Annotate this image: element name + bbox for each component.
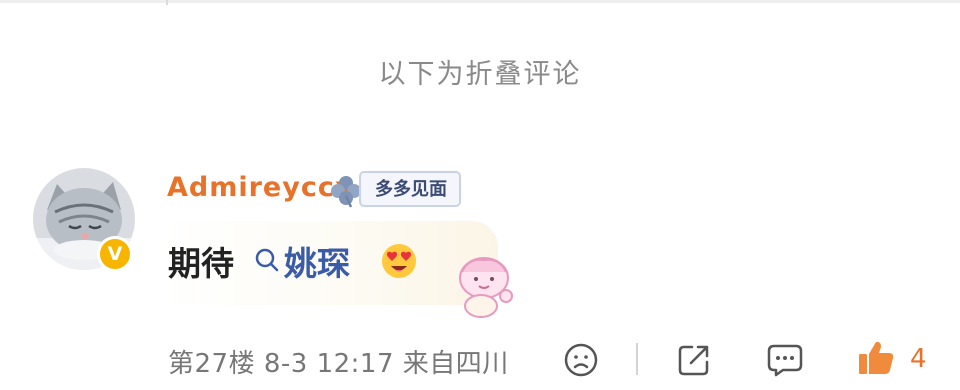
fan-badge[interactable]: 多多见面 (359, 171, 461, 207)
like-count: 4 (910, 344, 927, 374)
action-divider (636, 343, 638, 375)
comment-icon[interactable] (766, 342, 804, 378)
comment-meta: 第27楼 8-3 12:17 来自四川 (168, 349, 509, 379)
verified-badge-icon: V (97, 236, 133, 272)
username[interactable]: Admireyccx (167, 172, 353, 203)
sad-face-icon[interactable] (563, 342, 599, 378)
baby-sticker (459, 257, 513, 318)
thumbs-up-icon[interactable] (856, 338, 896, 378)
topic-link[interactable]: 姚琛 (284, 237, 350, 285)
clover-icon (331, 176, 361, 208)
heart-eyes-emoji (382, 244, 416, 278)
share-icon[interactable] (676, 342, 712, 378)
top-divider (0, 0, 960, 3)
folded-comments-header[interactable]: 以下为折叠评论 (0, 52, 960, 91)
comment-text: 期待 (168, 244, 234, 283)
top-divider-tick (166, 0, 168, 5)
search-icon (255, 248, 279, 272)
